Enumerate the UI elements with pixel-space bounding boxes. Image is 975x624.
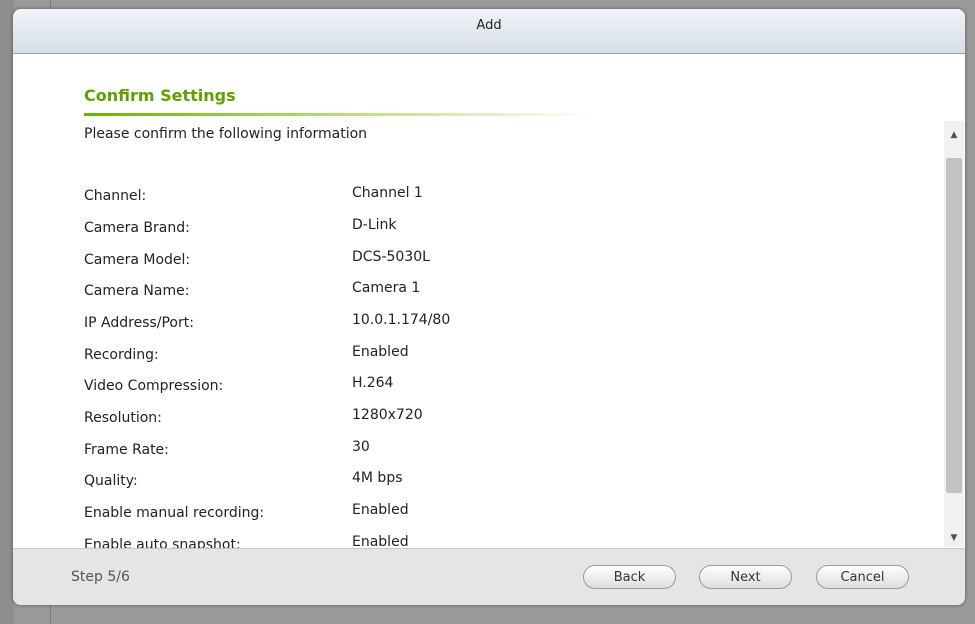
setting-value: Enabled — [352, 502, 409, 518]
setting-label: Channel: — [84, 188, 147, 204]
setting-label: Camera Model: — [84, 252, 191, 268]
cancel-button[interactable]: Cancel — [816, 565, 909, 589]
setting-label: Camera Brand: — [84, 220, 190, 236]
setting-label: Quality: — [84, 473, 138, 489]
setting-value: H.264 — [352, 375, 394, 391]
setting-value: DCS-5030L — [352, 249, 430, 265]
dialog-footer: Step 5/6 Back Next Cancel — [13, 548, 965, 605]
scrollbar-thumb[interactable] — [946, 158, 962, 493]
settings-row: Enable manual recording: Enabled — [13, 496, 943, 524]
next-button[interactable]: Next — [699, 565, 792, 589]
setting-label: IP Address/Port: — [84, 315, 194, 331]
setting-value: 4M bps — [352, 470, 403, 486]
dialog-title: Add — [476, 18, 502, 33]
setting-value: Enabled — [352, 534, 409, 548]
setting-value: 10.0.1.174/80 — [352, 312, 451, 328]
settings-row: Camera Name: Camera 1 — [13, 274, 943, 302]
settings-row: Camera Model: DCS-5030L — [13, 243, 943, 271]
settings-row: Channel: Channel 1 — [13, 179, 943, 207]
setting-label: Camera Name: — [84, 283, 190, 299]
setting-label: Enable manual recording: — [84, 505, 265, 521]
setting-value: D-Link — [352, 217, 397, 233]
setting-value: Channel 1 — [352, 185, 423, 201]
instruction-text: Please confirm the following information — [84, 126, 368, 142]
section-underline — [84, 113, 594, 116]
scroll-up-arrow-icon[interactable]: ▲ — [944, 126, 964, 144]
dialog-titlebar[interactable]: Add — [13, 9, 965, 54]
setting-label: Video Compression: — [84, 378, 224, 394]
settings-row: Frame Rate: 30 — [13, 433, 943, 461]
settings-row: Enable auto snapshot: Enabled — [13, 528, 943, 548]
dialog-content: Confirm Settings Please confirm the foll… — [13, 53, 965, 548]
setting-label: Enable auto snapshot: — [84, 537, 241, 548]
settings-row: Resolution: 1280x720 — [13, 401, 943, 429]
settings-row: Recording: Enabled — [13, 338, 943, 366]
scroll-down-arrow-icon[interactable]: ▼ — [944, 529, 964, 547]
settings-row: IP Address/Port: 10.0.1.174/80 — [13, 306, 943, 334]
setting-value: Enabled — [352, 344, 409, 360]
setting-label: Resolution: — [84, 410, 162, 426]
settings-row: Video Compression: H.264 — [13, 369, 943, 397]
step-indicator: Step 5/6 — [71, 569, 130, 585]
background-panel — [0, 0, 14, 624]
setting-value: Camera 1 — [352, 280, 421, 296]
settings-row: Camera Brand: D-Link — [13, 211, 943, 239]
section-heading: Confirm Settings — [84, 86, 236, 105]
settings-row: Quality: 4M bps — [13, 464, 943, 492]
setting-value: 30 — [352, 439, 370, 455]
add-camera-dialog: Add Confirm Settings Please confirm the … — [13, 9, 965, 605]
back-button[interactable]: Back — [583, 565, 676, 589]
setting-value: 1280x720 — [352, 407, 423, 423]
setting-label: Frame Rate: — [84, 442, 169, 458]
setting-label: Recording: — [84, 347, 159, 363]
content-scrollbar[interactable]: ▲ ▼ — [944, 121, 964, 547]
